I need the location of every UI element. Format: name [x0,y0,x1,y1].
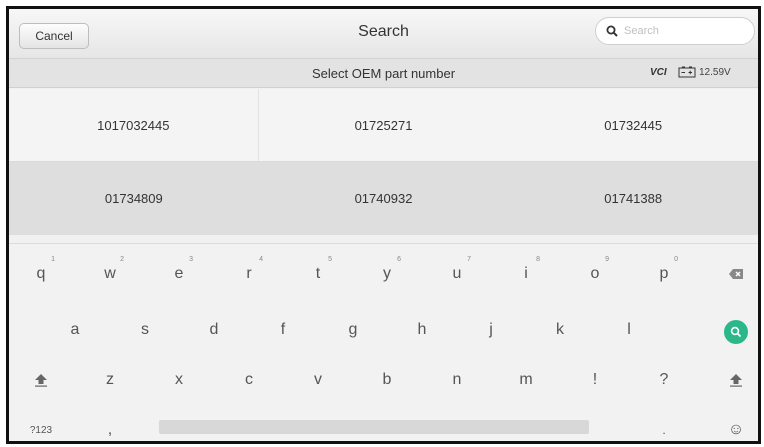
key-label: u [452,265,462,282]
sub-header: Select OEM part number VCI 12.59V [9,59,758,88]
on-screen-keyboard: q1 w2 e3 r4 t5 y6 u7 i8 o9 p0 a s d f g … [9,243,758,441]
key-hint: 3 [189,256,193,263]
search-icon [730,326,742,338]
key-b[interactable]: b [367,360,407,400]
emoji-key[interactable]: ☺ [716,410,756,441]
key-y[interactable]: y6 [367,254,407,294]
key-g[interactable]: g [333,310,373,350]
search-input[interactable] [624,25,734,37]
symbols-key[interactable]: ?123 [21,410,61,441]
key-a[interactable]: a [55,310,95,350]
key-x[interactable]: x [159,360,199,400]
battery-voltage: 12.59V [699,67,731,78]
key-s[interactable]: s [125,310,165,350]
key-l[interactable]: l [609,310,649,350]
key-d[interactable]: d [194,310,234,350]
part-number-cell[interactable]: 01725271 [259,89,509,161]
search-field[interactable] [595,17,755,45]
key-m[interactable]: m [506,360,546,400]
key-exclamation[interactable]: ! [575,360,615,400]
shift-icon [730,374,742,387]
part-number-grid: 1017032445 01725271 01732445 01734809 01… [9,89,758,236]
key-j[interactable]: j [471,310,511,350]
part-row: 01734809 01740932 01741388 [9,162,758,235]
key-p[interactable]: p0 [644,254,684,294]
key-hint: 7 [467,256,471,263]
key-u[interactable]: u7 [437,254,477,294]
key-label: e [174,265,184,282]
part-number-cell[interactable]: 01734809 [9,162,259,235]
key-v[interactable]: v [298,360,338,400]
key-question[interactable]: ? [644,360,684,400]
shift-key-right[interactable] [716,360,756,400]
top-bar: Cancel Search [9,9,758,59]
search-icon [606,25,618,37]
keyboard-search-button[interactable] [724,320,748,344]
section-title: Select OEM part number [311,66,456,81]
key-t[interactable]: t5 [298,254,338,294]
key-label: y [383,265,391,282]
backspace-icon [729,269,743,279]
smiley-icon: ☺ [727,421,745,438]
key-hint: 1 [51,256,55,263]
key-label: r [246,265,252,282]
key-label: o [590,265,600,282]
key-label: p [659,265,669,282]
key-w[interactable]: w2 [90,254,130,294]
key-z[interactable]: z [90,360,130,400]
key-label: w [104,265,116,282]
key-hint: 9 [605,256,609,263]
key-c[interactable]: c [229,360,269,400]
key-f[interactable]: f [263,310,303,350]
key-e[interactable]: e3 [159,254,199,294]
backspace-key[interactable] [716,254,756,294]
key-i[interactable]: i8 [506,254,546,294]
key-q[interactable]: q1 [21,254,61,294]
part-row: 1017032445 01725271 01732445 [9,89,758,162]
key-r[interactable]: r4 [229,254,269,294]
comma-key[interactable]: , [90,410,130,441]
key-k[interactable]: k [540,310,580,350]
key-label: i [524,265,528,282]
key-label: q [36,265,46,282]
part-number-cell[interactable]: 01740932 [259,162,509,235]
shift-key[interactable] [21,360,61,400]
key-n[interactable]: n [437,360,477,400]
key-label: t [315,265,321,282]
part-number-cell[interactable]: 01741388 [508,162,758,235]
battery-icon [678,66,696,78]
vci-status-label: VCI [650,67,667,78]
key-hint: 6 [397,256,401,263]
shift-icon [35,374,47,387]
key-hint: 2 [120,256,124,263]
part-number-cell[interactable]: 01732445 [508,89,758,161]
key-o[interactable]: o9 [575,254,615,294]
key-h[interactable]: h [402,310,442,350]
space-bar[interactable] [159,420,589,434]
part-number-cell[interactable]: 1017032445 [9,89,259,161]
key-hint: 5 [328,256,332,263]
app-frame: Cancel Search Select OEM part number VCI… [6,6,761,444]
key-hint: 0 [674,256,678,263]
period-key[interactable]: . [644,410,684,441]
key-hint: 8 [536,256,540,263]
key-hint: 4 [259,256,263,263]
